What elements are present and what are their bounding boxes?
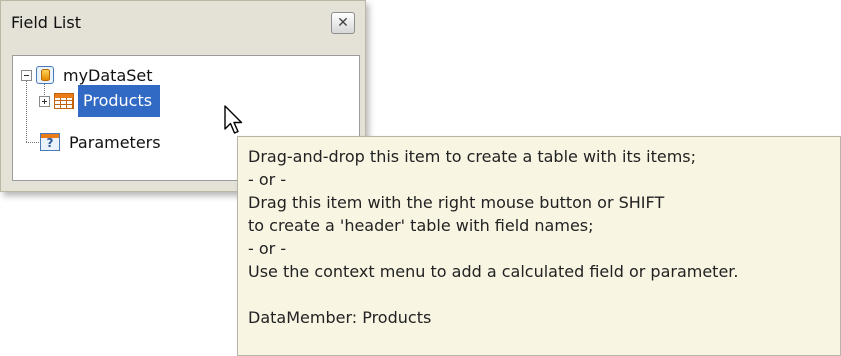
tooltip-line: to create a 'header' table with field na… bbox=[248, 216, 594, 235]
collapse-icon[interactable] bbox=[21, 69, 32, 81]
tooltip-line: - or - bbox=[248, 170, 287, 189]
tree-node-label: Products bbox=[78, 85, 161, 117]
tree-node-label: Parameters bbox=[69, 132, 161, 152]
panel-title: Field List bbox=[11, 13, 81, 32]
table-icon bbox=[54, 93, 74, 109]
tooltip-line: Drag this item with the right mouse butt… bbox=[248, 193, 665, 212]
mouse-pointer-icon bbox=[224, 105, 243, 134]
tree-node-parameters[interactable]: ? Parameters bbox=[40, 130, 164, 154]
close-button[interactable]: ✕ bbox=[331, 12, 355, 34]
tooltip-data-member: DataMember: Products bbox=[248, 308, 432, 327]
tooltip-line: - or - bbox=[248, 239, 287, 258]
tree-node-mydataset[interactable]: myDataSet bbox=[21, 63, 156, 87]
expand-icon[interactable] bbox=[39, 95, 50, 107]
tree-node-label: myDataSet bbox=[63, 65, 153, 85]
tooltip-spacer bbox=[248, 283, 830, 306]
tooltip-line: Drag-and-drop this item to create a tabl… bbox=[248, 147, 697, 166]
parameters-icon: ? bbox=[40, 133, 60, 151]
tree-node-products[interactable]: Products bbox=[39, 85, 161, 117]
close-icon: ✕ bbox=[337, 15, 349, 31]
tooltip-line: Use the context menu to add a calculated… bbox=[248, 262, 739, 281]
tree-connector-line bbox=[26, 142, 39, 143]
drag-hint-tooltip: Drag-and-drop this item to create a tabl… bbox=[237, 136, 841, 356]
database-icon bbox=[36, 66, 54, 84]
